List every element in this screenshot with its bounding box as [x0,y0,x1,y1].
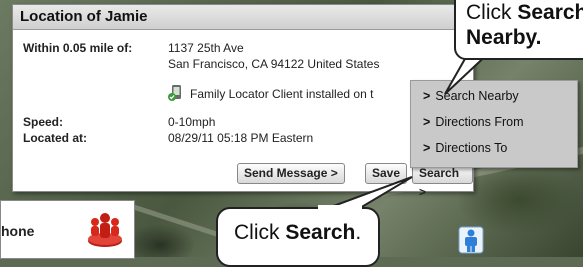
located-label: Located at: [23,131,88,145]
located-value: 08/29/11 05:18 PM Eastern [168,131,314,145]
member-panel[interactable]: hone [0,200,135,259]
popup-title: Location of Jamie [13,5,473,30]
member-name-fragment: hone [1,223,35,239]
phone-client-icon [168,85,181,101]
menu-arrow-icon: > [423,89,431,103]
location-popup: Location of Jamie Within 0.05 mile of: 1… [12,4,474,199]
callout-text: Click Search. [234,221,361,245]
speed-label: Speed: [23,115,64,129]
callout-text-part: . [355,221,362,244]
callout-text-part: Click [234,221,286,244]
callout-tail-cover [318,205,362,211]
menu-arrow-icon: > [423,115,431,129]
callout-text-bold: Nearby [466,26,536,49]
speed-value: 0-10mph [168,115,216,129]
menu-item-label: Directions To [435,141,508,155]
callout-search-nearby: Click Search Nearby. [454,0,583,60]
menu-item-label: Directions From [435,115,524,129]
callout-text-part: . [535,26,542,49]
callout-text-part: Click [466,1,518,24]
within-label: Within 0.05 mile of: [23,41,133,55]
client-text: Family Locator Client installed on t [190,87,374,101]
menu-item-directions-from[interactable]: > Directions From [423,115,524,129]
menu-arrow-icon: > [423,141,431,155]
address-line2: San Francisco, CA 94122 United States [168,57,380,71]
menu-item-directions-to[interactable]: > Directions To [423,141,507,155]
people-group-icon[interactable] [84,207,126,249]
callout-text-bold: Search [285,221,356,244]
person-marker-icon[interactable] [458,226,484,254]
address-line1: 1137 25th Ave [168,41,244,55]
callout-search: Click Search. [216,207,380,267]
client-status: Family Locator Client installed on t [168,85,426,101]
callout-text: Click Search Nearby. [466,0,583,50]
callout-text-bold: Search [517,1,583,24]
